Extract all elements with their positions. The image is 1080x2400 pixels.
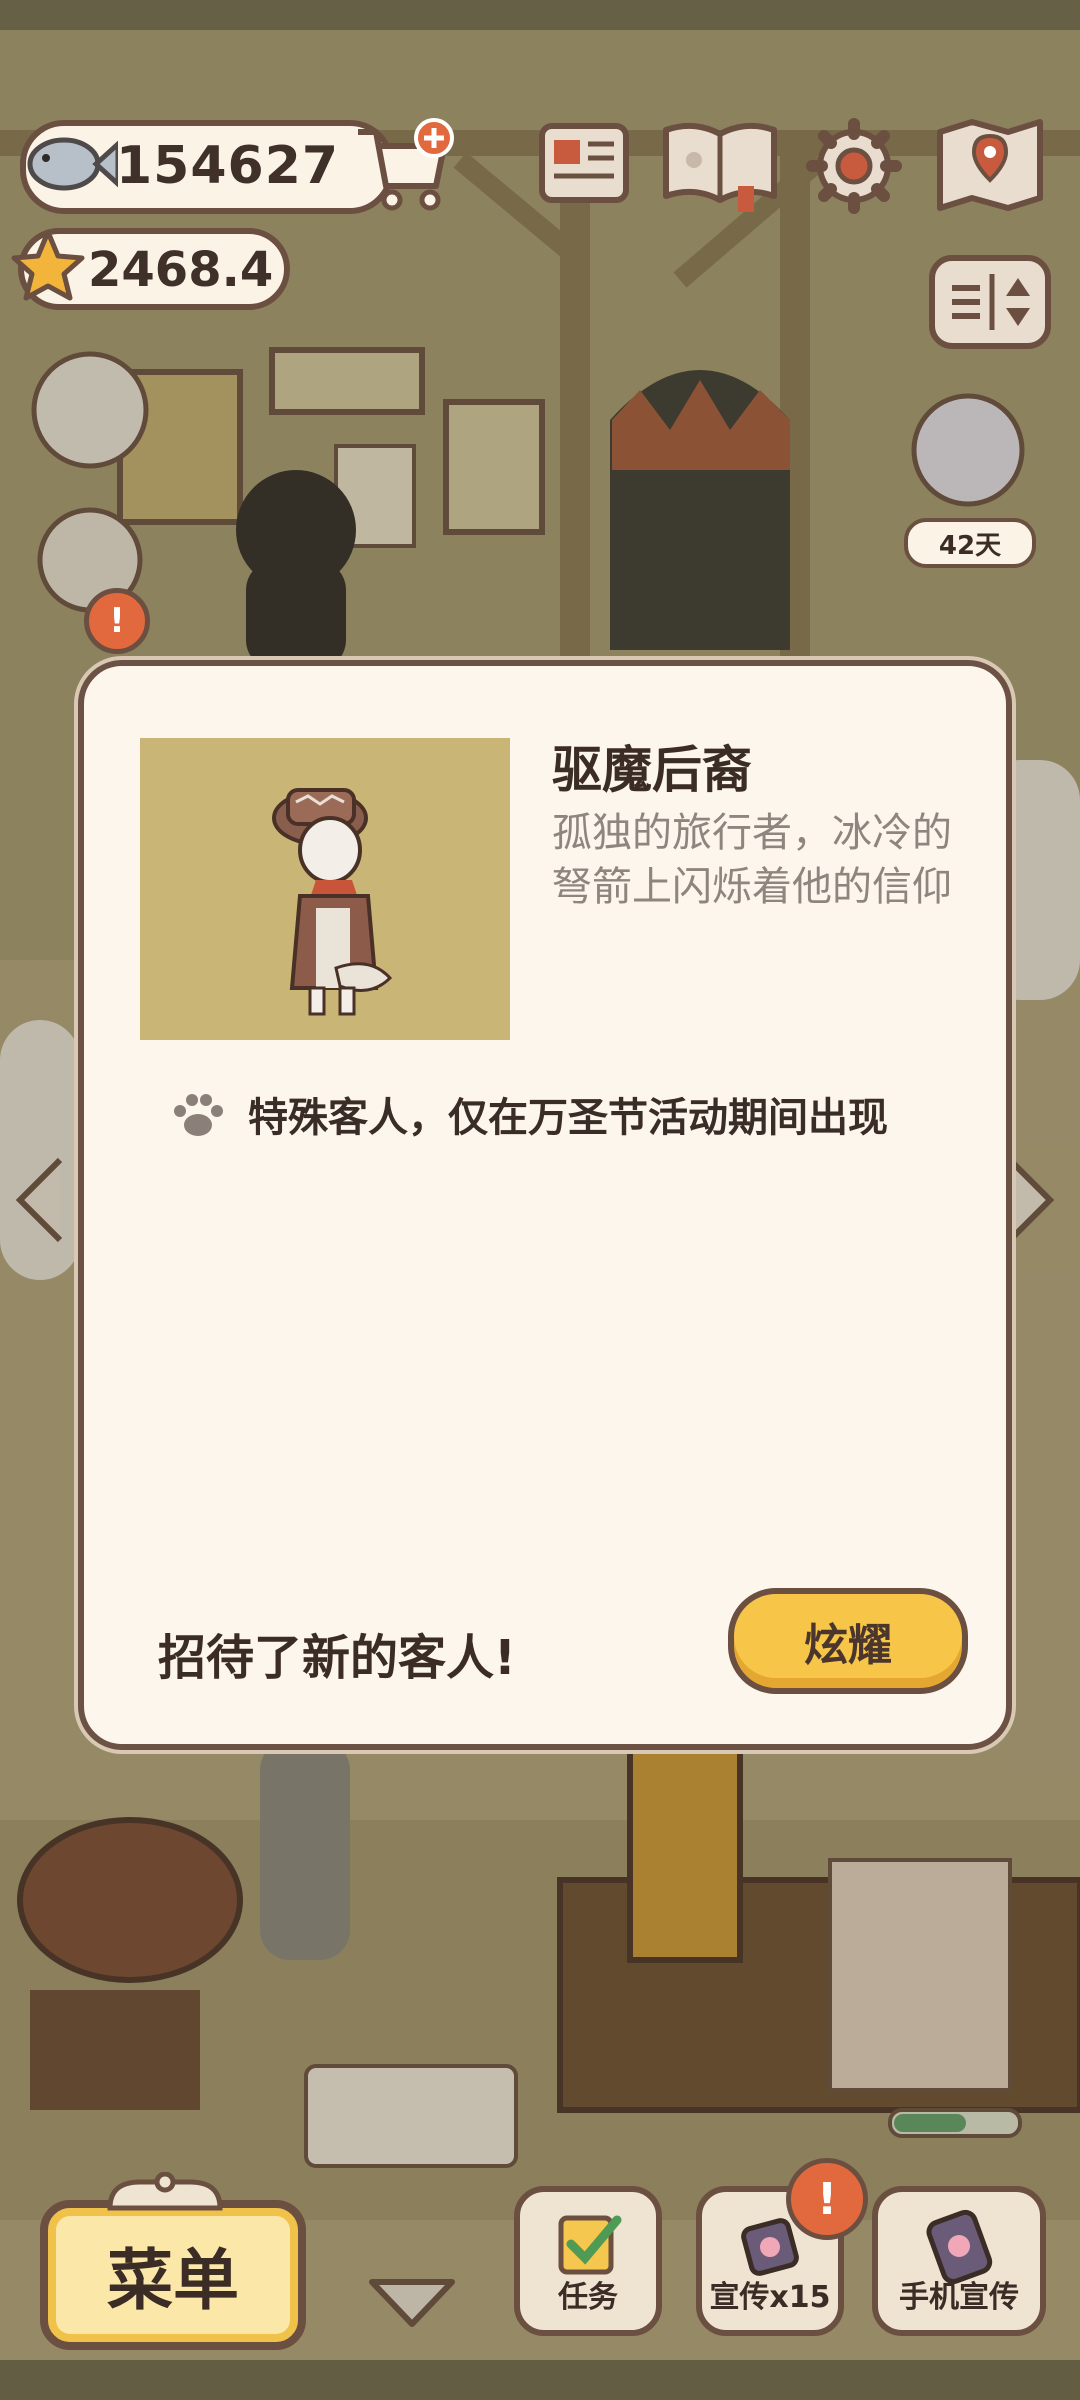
fish-count: 154627 (116, 136, 340, 196)
guest-portrait (140, 738, 510, 1040)
phone-icon (926, 2209, 993, 2284)
shop-cart-icon[interactable] (352, 116, 456, 212)
catalog-book-icon[interactable] (660, 116, 780, 212)
paw-icon (174, 1094, 223, 1136)
star-count: 2468.4 (88, 242, 274, 298)
welcome-message: 招待了新的客人! (158, 1630, 516, 1686)
exorcist-dog-illustration (272, 788, 393, 1016)
special-note-text: 特殊客人，仅在万圣节活动期间出现 (248, 1095, 888, 1141)
guest-name: 驱魔后裔 (552, 741, 752, 799)
tasks-button[interactable]: 任务 (514, 2186, 662, 2336)
special-note-row: 特殊客人，仅在万圣节活动期间出现 (170, 1084, 888, 1144)
fish-icon (27, 137, 118, 191)
phone-promo-button[interactable]: 手机宣传 (872, 2186, 1046, 2336)
collapse-arrow-button[interactable] (366, 2276, 460, 2332)
guest-description: 孤独的旅行者，冰冷的弩箭上闪烁着他的信仰 (552, 810, 952, 910)
tasks-label: 任务 (558, 2280, 618, 2315)
map-icon[interactable] (934, 116, 1046, 214)
settings-gear-icon[interactable] (806, 118, 902, 214)
show-off-button[interactable]: 炫耀 (728, 1588, 968, 1694)
guest-alert-badge[interactable]: ! (84, 588, 150, 654)
sort-toggle-icon[interactable] (926, 252, 1054, 352)
star-icon (11, 229, 85, 301)
new-guest-modal: 驱魔后裔 孤独的旅行者，冰冷的弩箭上闪烁着他的信仰 特殊客人，仅在万圣节活动期间… (78, 660, 1012, 1750)
clipboard-clip-icon (107, 2172, 223, 2211)
newspaper-icon[interactable] (536, 120, 632, 206)
checklist-icon (558, 2215, 622, 2275)
menu-button[interactable]: 菜单 (40, 2200, 306, 2350)
days-tag: 42天 (904, 518, 1036, 568)
promo-alert-badge: ! (786, 2158, 868, 2240)
